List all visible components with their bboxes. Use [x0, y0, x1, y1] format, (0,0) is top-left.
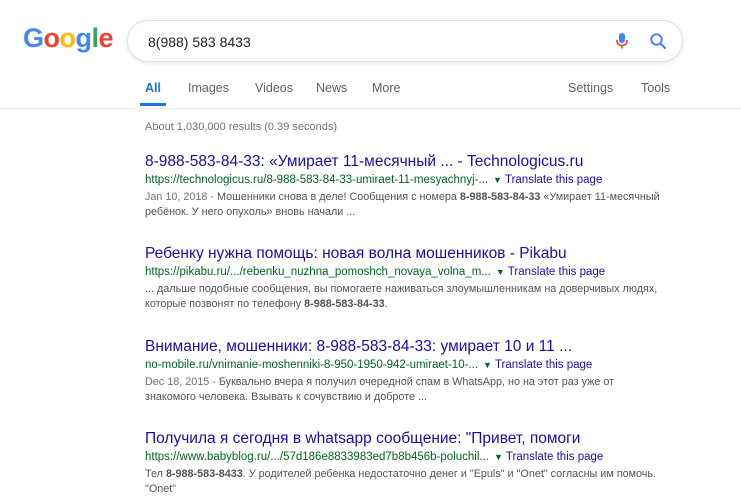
tab-images[interactable]: Images	[188, 81, 229, 95]
dropdown-arrow-icon[interactable]: ▼	[494, 452, 503, 462]
snippet-text: Мошенники снова в деле! Сообщения с номе…	[214, 191, 460, 203]
result-title-link[interactable]: Ребенку нужна помощь: новая волна мошенн…	[145, 244, 665, 264]
result-url-text: https://technologicus.ru/8-988-583-84-33…	[145, 174, 489, 186]
tab-videos[interactable]: Videos	[255, 81, 293, 95]
dropdown-arrow-icon[interactable]: ▼	[493, 175, 502, 185]
result-title-link[interactable]: Получила я сегодня в whatsapp сообщение:…	[145, 429, 665, 449]
result-url: https://pikabu.ru/.../rebenku_nuzhna_pom…	[145, 265, 665, 280]
search-result: Внимание, мошенники: 8-988-583-84-33: ум…	[145, 337, 665, 405]
snippet-text: .	[384, 298, 388, 310]
search-result: Получила я сегодня в whatsapp сообщение:…	[145, 429, 665, 497]
tab-tools[interactable]: Tools	[641, 81, 670, 95]
snippet-text: ... дальше подобные сообщения, вы помога…	[145, 283, 658, 310]
translate-link[interactable]: Translate this page	[505, 174, 602, 186]
search-box[interactable]	[127, 20, 683, 62]
snippet-text: Тел	[145, 468, 166, 480]
result-url-text: https://pikabu.ru/.../rebenku_nuzhna_pom…	[145, 266, 491, 278]
dropdown-arrow-icon[interactable]: ▼	[496, 267, 505, 277]
microphone-icon[interactable]	[612, 31, 632, 51]
search-result: Ребенку нужна помощь: новая волна мошенн…	[145, 244, 665, 312]
result-snippet: ... дальше подобные сообщения, вы помога…	[145, 282, 665, 312]
result-title-link[interactable]: 8-988-583-84-33: «Умирает 11-месячный ..…	[145, 152, 665, 172]
search-input[interactable]	[146, 30, 590, 54]
snippet-highlight: 8-988-583-84-33	[459, 191, 541, 203]
result-url: no-mobile.ru/vnimanie-moshenniki-8-950-1…	[145, 358, 665, 373]
logo-letter: l	[91, 23, 100, 53]
logo-letter: G	[23, 23, 44, 53]
search-icon[interactable]	[648, 31, 668, 51]
result-snippet: Тел 8-988-583-8433. У родителей ребенка …	[145, 467, 665, 497]
result-url: https://www.babyblog.ru/.../57d186e88339…	[145, 450, 665, 465]
result-url-text: no-mobile.ru/vnimanie-moshenniki-8-950-1…	[145, 359, 479, 371]
search-result: 8-988-583-84-33: «Умирает 11-месячный ..…	[145, 152, 665, 220]
logo-letter: o	[43, 23, 61, 53]
logo-letter: o	[59, 23, 77, 53]
search-tabs: All Images Videos News More Settings Too…	[0, 70, 741, 109]
logo-letter: g	[75, 23, 93, 53]
tab-news[interactable]: News	[316, 81, 347, 95]
result-snippet: Dec 18, 2015 - Буквально вчера я получил…	[145, 375, 665, 405]
result-title-link[interactable]: Внимание, мошенники: 8-988-583-84-33: ум…	[145, 337, 665, 357]
result-snippet: Jan 10, 2018 - Мошенники снова в деле! С…	[145, 190, 665, 220]
translate-link[interactable]: Translate this page	[495, 359, 592, 371]
tab-all[interactable]: All	[145, 81, 161, 95]
result-url: https://technologicus.ru/8-988-583-84-33…	[145, 173, 665, 188]
translate-link[interactable]: Translate this page	[508, 266, 605, 278]
snippet-highlight: 8-988-583-8433	[165, 468, 243, 480]
tab-more[interactable]: More	[372, 81, 400, 95]
dropdown-arrow-icon[interactable]: ▼	[483, 360, 492, 370]
result-date: Dec 18, 2015 -	[145, 376, 216, 388]
result-stats: About 1,030,000 results (0.39 seconds)	[145, 121, 338, 133]
tab-settings[interactable]: Settings	[568, 81, 613, 95]
result-date: Jan 10, 2018 -	[145, 191, 215, 203]
snippet-text: Буквально вчера я получил очередной спам…	[145, 376, 615, 403]
google-logo[interactable]: Google	[23, 23, 114, 54]
result-url-text: https://www.babyblog.ru/.../57d186e88339…	[145, 451, 489, 463]
translate-link[interactable]: Translate this page	[506, 451, 603, 463]
active-tab-indicator	[140, 103, 166, 106]
logo-letter: e	[98, 23, 114, 53]
snippet-highlight: 8-988-583-84-33	[304, 298, 385, 310]
